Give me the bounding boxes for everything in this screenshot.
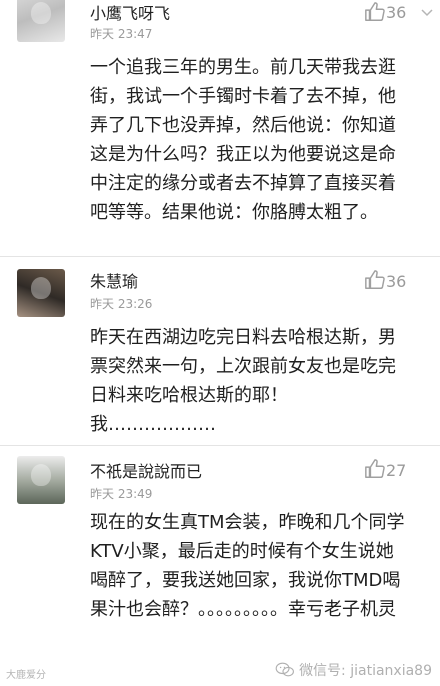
comment-time: 昨天 23:26	[90, 297, 153, 311]
comment-username[interactable]: 朱慧瑜	[90, 268, 138, 292]
like-count: 36	[386, 272, 407, 291]
comment-item: 朱慧瑜 昨天 23:26 36 昨天在西湖边吃完日料去哈根达斯，男票突然来一句，…	[0, 257, 440, 446]
thumbs-up-icon[interactable]	[364, 1, 386, 23]
comment-time: 昨天 23:47	[90, 27, 153, 41]
watermark-wechat: 微信号: jiatianxia89	[275, 660, 432, 680]
thumbs-up-icon[interactable]	[364, 269, 386, 291]
like-count: 27	[386, 461, 407, 480]
avatar[interactable]	[17, 269, 65, 317]
comment-username[interactable]: 不祇是說說而已	[90, 458, 202, 482]
watermark-text: 微信号: jiatianxia89	[299, 663, 432, 679]
like-count: 36	[386, 3, 407, 22]
comment-username[interactable]: 小鹰飞呀飞	[90, 0, 170, 24]
comment-text: 昨天在西湖边吃完日料去哈根达斯，男票突然来一句，上次跟前女友也是吃完日料来吃哈根…	[90, 327, 396, 435]
thumbs-up-icon[interactable]	[364, 458, 386, 480]
chevron-down-icon[interactable]	[420, 6, 434, 20]
comment-text: 一个追我三年的男生。前几天带我去逛街，我试一个手镯时卡着了去不掉，他弄了几下也没…	[90, 57, 396, 223]
comment-item: 不祇是說說而已 昨天 23:49 27 现在的女生真TM会装，昨晚和几个同学KT…	[0, 446, 440, 686]
wechat-icon	[275, 662, 295, 677]
avatar[interactable]	[17, 0, 65, 42]
avatar[interactable]	[17, 456, 65, 504]
comment-item: 小鹰飞呀飞 昨天 23:47 36 一个追我三年的男生。前几天带我去逛街，我试一…	[0, 0, 440, 257]
comment-text: 现在的女生真TM会装，昨晚和几个同学KTV小聚，最后走的时候有个女生说她喝醉了，…	[90, 512, 405, 620]
comment-time: 昨天 23:49	[90, 487, 153, 501]
watermark-left: 大鹿爱分	[6, 670, 46, 681]
